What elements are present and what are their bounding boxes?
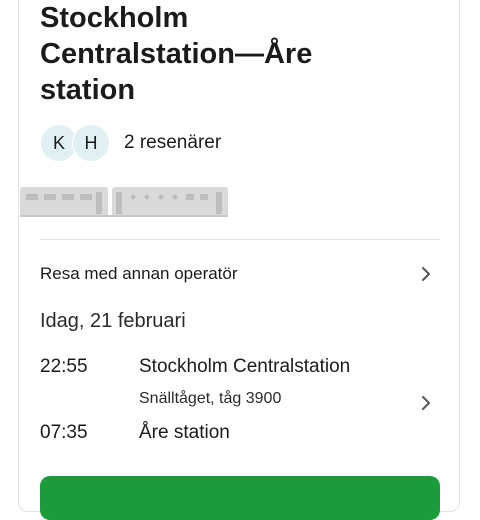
avatar: H (72, 124, 110, 162)
travelers-row: K H 2 resenärer (40, 124, 221, 162)
chevron-right-icon (422, 267, 430, 281)
departure-station: Stockholm Centralstation (139, 356, 351, 377)
operator-link[interactable]: Resa med annan operatör (40, 256, 440, 292)
journey-date: Idag, 21 februari (40, 310, 186, 332)
departure-time: 22:55 (40, 356, 88, 377)
trip-title: Stockholm Centralstation—Åre station (40, 2, 313, 106)
chevron-right-icon (422, 396, 430, 410)
operator-label: Resa med annan operatör (40, 264, 238, 283)
primary-action-button[interactable] (40, 476, 440, 520)
journey-leg[interactable]: 22:55 Stockholm Centralstation Snälltåge… (40, 352, 440, 448)
arrival-time: 07:35 (40, 422, 88, 443)
arrival-station: Åre station (139, 422, 230, 443)
train-image (20, 187, 228, 217)
divider (40, 239, 440, 240)
train-info: Snälltåget, tåg 3900 (139, 390, 282, 407)
traveler-count: 2 resenärer (124, 132, 222, 153)
